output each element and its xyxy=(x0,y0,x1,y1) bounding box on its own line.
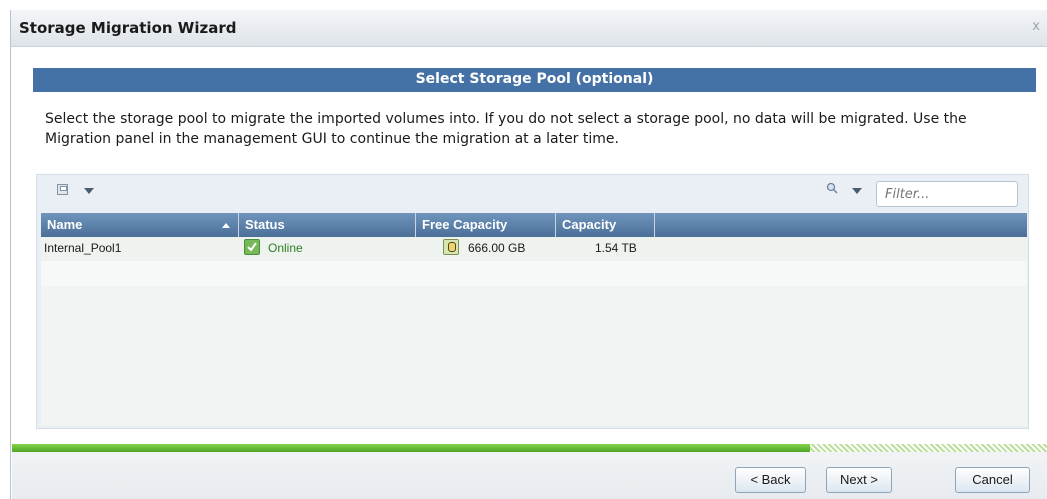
save-icon[interactable] xyxy=(57,184,68,195)
close-icon[interactable]: x xyxy=(1032,19,1040,34)
wizard-progress-fill xyxy=(12,444,810,452)
storage-pool-table: Name Status Free Capacity Capacity Inter… xyxy=(41,213,1027,426)
dialog-titlebar: Storage Migration Wizard x xyxy=(11,10,1047,47)
section-title: Select Storage Pool (optional) xyxy=(415,71,654,87)
column-header-name-label: Name xyxy=(47,217,83,232)
online-check-icon xyxy=(244,239,260,255)
column-header-status[interactable]: Status xyxy=(239,213,416,237)
pool-name: Internal_Pool1 xyxy=(44,241,122,255)
dialog-title: Storage Migration Wizard xyxy=(19,19,237,37)
pool-capacity: 1.54 TB xyxy=(595,241,637,255)
dialog-footer: < Back Next > Cancel xyxy=(12,452,1047,499)
storage-pool-panel: Name Status Free Capacity Capacity Inter… xyxy=(36,174,1029,429)
column-header-status-label: Status xyxy=(245,217,285,232)
pool-free-capacity: 666.00 GB xyxy=(468,241,526,255)
instruction-text: Select the storage pool to migrate the i… xyxy=(45,111,967,147)
section-header: Select Storage Pool (optional) xyxy=(33,68,1036,92)
table-header: Name Status Free Capacity Capacity xyxy=(41,213,1027,237)
column-header-free-capacity[interactable]: Free Capacity xyxy=(416,213,556,237)
table-row[interactable]: Internal_Pool1 Online 666.00 GB 1.54 TB xyxy=(41,237,1027,262)
grid-toolbar xyxy=(37,175,1028,207)
filter-input[interactable] xyxy=(876,181,1018,207)
next-button[interactable]: Next > xyxy=(826,467,892,493)
column-header-name[interactable]: Name xyxy=(41,213,239,237)
chevron-down-icon[interactable] xyxy=(84,188,94,194)
pool-status: Online xyxy=(268,241,303,255)
column-header-capacity[interactable]: Capacity xyxy=(556,213,655,237)
column-header-free-capacity-label: Free Capacity xyxy=(422,217,508,232)
storage-capacity-icon xyxy=(443,239,459,255)
column-header-capacity-label: Capacity xyxy=(562,217,617,232)
empty-table-row xyxy=(41,261,1027,286)
filter-options-chevron-icon[interactable] xyxy=(852,188,862,194)
cancel-button[interactable]: Cancel xyxy=(955,467,1030,493)
back-button[interactable]: < Back xyxy=(735,467,806,493)
search-icon[interactable] xyxy=(826,182,838,194)
storage-migration-wizard-dialog: Storage Migration Wizard x Select Storag… xyxy=(10,10,1047,499)
sort-ascending-icon xyxy=(222,223,230,228)
wizard-progress-remaining xyxy=(809,444,1047,452)
wizard-progress-bar xyxy=(12,444,1047,452)
